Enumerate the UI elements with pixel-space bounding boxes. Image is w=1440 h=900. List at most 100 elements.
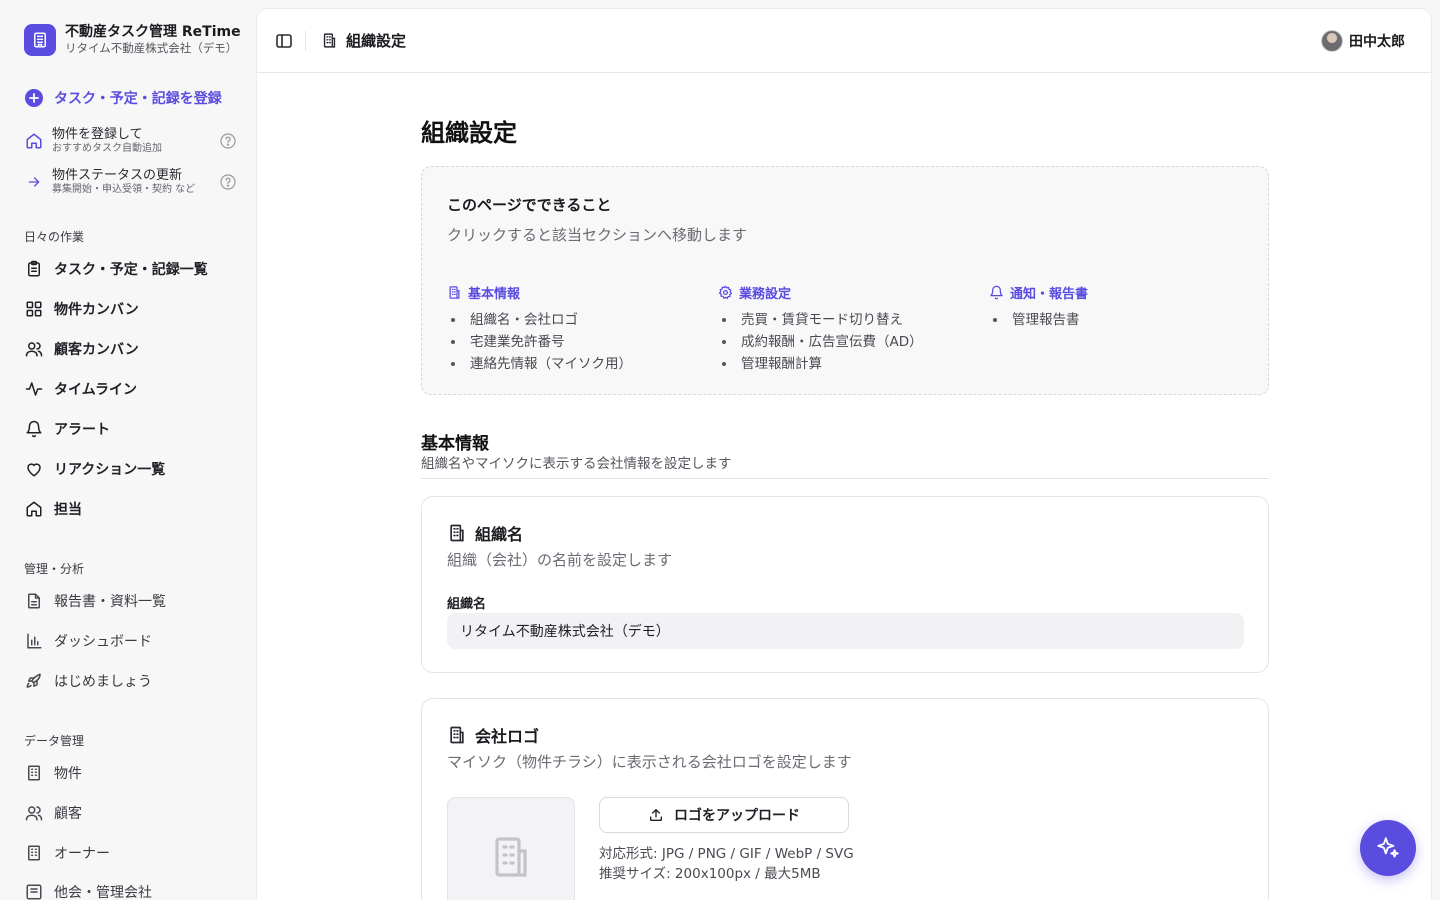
update-status-link[interactable]: 物件ステータスの更新 募集開始・申込受領・契約 など bbox=[24, 165, 236, 199]
bell-icon bbox=[989, 285, 1004, 300]
overview-title: このページでできること bbox=[447, 196, 612, 214]
overview-link-business[interactable]: 業務設定 bbox=[718, 283, 923, 302]
recommended-size: 推奨サイズ: 200x100px / 最大5MB bbox=[599, 866, 821, 882]
overview-box: このページでできること クリックすると該当セクションへ移動します 基本情報 組織… bbox=[421, 166, 1269, 395]
building-icon bbox=[447, 725, 467, 745]
upload-icon bbox=[648, 807, 664, 823]
section-label-data: データ管理 bbox=[24, 734, 85, 748]
register-property-link[interactable]: 物件を登録して おすすめタスク自動追加 bbox=[24, 124, 236, 158]
divider bbox=[305, 31, 306, 51]
overview-column-title: 業務設定 bbox=[739, 287, 792, 302]
list-item: 宅建業免許番号 bbox=[447, 331, 632, 353]
sidebar-item-label: 他会・管理会社 bbox=[54, 885, 152, 900]
section-description-basic: 組織名やマイソクに表示する会社情報を設定します bbox=[421, 456, 732, 472]
overview-column-basic: 基本情報 組織名・会社ロゴ 宅建業免許番号 連絡先情報（マイソク用） bbox=[447, 283, 632, 375]
register-task-button[interactable]: タスク・予定・記録を登録 bbox=[24, 88, 236, 108]
sidebar-item-customers[interactable]: 顧客 bbox=[24, 801, 234, 825]
logo-card: 会社ロゴ マイソク（物件チラシ）に表示される会社ロゴを設定します ロゴをアップロ… bbox=[421, 698, 1269, 900]
user-name: 田中太郎 bbox=[1349, 34, 1405, 50]
sidebar-item-dashboard[interactable]: ダッシュボード bbox=[24, 629, 234, 653]
list-item: 売買・賃貸モード切り替え bbox=[718, 309, 923, 331]
section-label-management: 管理・分析 bbox=[24, 562, 85, 576]
building-icon bbox=[24, 843, 44, 863]
building-icon bbox=[447, 523, 467, 543]
org-name-field[interactable]: リタイム不動産株式会社（デモ） bbox=[447, 613, 1244, 649]
heart-icon bbox=[24, 459, 44, 479]
sidebar-item-label: 顧客カンバン bbox=[54, 342, 139, 358]
sidebar-item-label: 担当 bbox=[54, 502, 82, 518]
sidebar-item-label: タスク・予定・記録一覧 bbox=[54, 262, 208, 278]
building-icon bbox=[24, 882, 44, 900]
sidebar-item-assigned[interactable]: 担当 bbox=[24, 497, 234, 521]
sidebar-item-label: リアクション一覧 bbox=[54, 462, 166, 478]
quick-link-sublabel: おすすめタスク自動追加 bbox=[52, 143, 162, 154]
overview-link-notifications[interactable]: 通知・報告書 bbox=[989, 283, 1088, 302]
sidebar-item-label: ダッシュボード bbox=[54, 634, 152, 650]
section-label-daily: 日々の作業 bbox=[24, 230, 85, 244]
clipboard-icon bbox=[24, 259, 44, 279]
org-name-card: 組織名 組織（会社）の名前を設定します 組織名 リタイム不動産株式会社（デモ） bbox=[421, 496, 1269, 673]
upload-logo-button[interactable]: ロゴをアップロード bbox=[599, 797, 849, 833]
users-icon bbox=[24, 803, 44, 823]
card-description: マイソク（物件チラシ）に表示される会社ロゴを設定します bbox=[447, 753, 852, 771]
quick-link-sublabel: 募集開始・申込受領・契約 など bbox=[52, 184, 196, 195]
header-title: 組織設定 bbox=[346, 32, 407, 50]
sidebar-item-other-companies[interactable]: 他会・管理会社 bbox=[24, 880, 234, 900]
app-brand[interactable]: 不動産タスク管理 ReTime リタイム不動産株式会社（デモ） bbox=[24, 24, 241, 56]
building-icon bbox=[487, 833, 535, 881]
upload-logo-label: ロゴをアップロード bbox=[674, 808, 800, 824]
app-logo-icon bbox=[24, 24, 56, 56]
sidebar-item-properties[interactable]: 物件 bbox=[24, 761, 234, 785]
sidebar-item-alerts[interactable]: アラート bbox=[24, 417, 234, 441]
building-icon bbox=[321, 32, 338, 49]
sidebar-item-label: 顧客 bbox=[54, 806, 82, 822]
user-menu[interactable]: 田中太郎 bbox=[1321, 30, 1405, 52]
overview-column-title: 基本情報 bbox=[468, 287, 521, 302]
sidebar-item-timeline[interactable]: タイムライン bbox=[24, 377, 234, 401]
sidebar-item-task-list[interactable]: タスク・予定・記録一覧 bbox=[24, 257, 234, 281]
sidebar-item-getting-started[interactable]: はじめましょう bbox=[24, 669, 234, 693]
breadcrumb: 組織設定 bbox=[321, 30, 406, 51]
gear-icon bbox=[718, 285, 733, 300]
sidebar-item-reports[interactable]: 報告書・資料一覧 bbox=[24, 589, 234, 613]
home-icon bbox=[24, 499, 44, 519]
users-icon bbox=[24, 339, 44, 359]
sidebar-item-label: タイムライン bbox=[54, 382, 138, 398]
card-description: 組織（会社）の名前を設定します bbox=[447, 551, 673, 569]
overview-column-business: 業務設定 売買・賃貸モード切り替え 成約報酬・広告宣伝費（AD） 管理報酬計算 bbox=[718, 283, 923, 375]
sparkle-icon bbox=[1375, 835, 1401, 861]
building-icon bbox=[24, 763, 44, 783]
logo-preview bbox=[447, 797, 575, 900]
overview-link-basic[interactable]: 基本情報 bbox=[447, 283, 632, 302]
arrow-right-icon bbox=[24, 172, 44, 192]
list-item: 成約報酬・広告宣伝費（AD） bbox=[718, 331, 923, 353]
ai-assistant-button[interactable] bbox=[1360, 820, 1416, 876]
home-icon bbox=[24, 131, 44, 151]
list-item: 管理報酬計算 bbox=[718, 353, 923, 375]
list-item: 管理報告書 bbox=[989, 309, 1088, 331]
sidebar-item-label: 物件カンバン bbox=[54, 302, 139, 318]
main-panel: 組織設定 田中太郎 組織設定 このページでできること クリックすると該当セクショ… bbox=[256, 8, 1432, 900]
list-item: 連絡先情報（マイソク用） bbox=[447, 353, 632, 375]
sidebar-item-customer-kanban[interactable]: 顧客カンバン bbox=[24, 337, 234, 361]
list-item: 組織名・会社ロゴ bbox=[447, 309, 632, 331]
field-label: 組織名 bbox=[447, 597, 487, 612]
org-name: リタイム不動産株式会社（デモ） bbox=[65, 41, 238, 55]
sidebar-item-label: 物件 bbox=[54, 766, 82, 782]
sidebar-item-label: アラート bbox=[54, 422, 110, 438]
avatar bbox=[1321, 30, 1343, 52]
bar-chart-icon bbox=[24, 631, 44, 651]
top-bar: 組織設定 田中太郎 bbox=[257, 9, 1431, 73]
overview-column-notifications: 通知・報告書 管理報告書 bbox=[989, 283, 1088, 331]
sidebar-item-owners[interactable]: オーナー bbox=[24, 841, 234, 865]
sidebar-toggle-icon[interactable] bbox=[274, 31, 294, 51]
sidebar-item-property-kanban[interactable]: 物件カンバン bbox=[24, 297, 234, 321]
app-title: 不動産タスク管理 ReTime bbox=[65, 24, 241, 40]
document-icon bbox=[24, 591, 44, 611]
help-icon[interactable] bbox=[220, 133, 236, 149]
sidebar-item-reactions[interactable]: リアクション一覧 bbox=[24, 457, 234, 481]
help-icon[interactable] bbox=[220, 174, 236, 190]
grid-icon bbox=[24, 299, 44, 319]
section-title-basic: 基本情報 bbox=[421, 434, 489, 454]
supported-formats: 対応形式: JPG / PNG / GIF / WebP / SVG bbox=[599, 846, 854, 862]
